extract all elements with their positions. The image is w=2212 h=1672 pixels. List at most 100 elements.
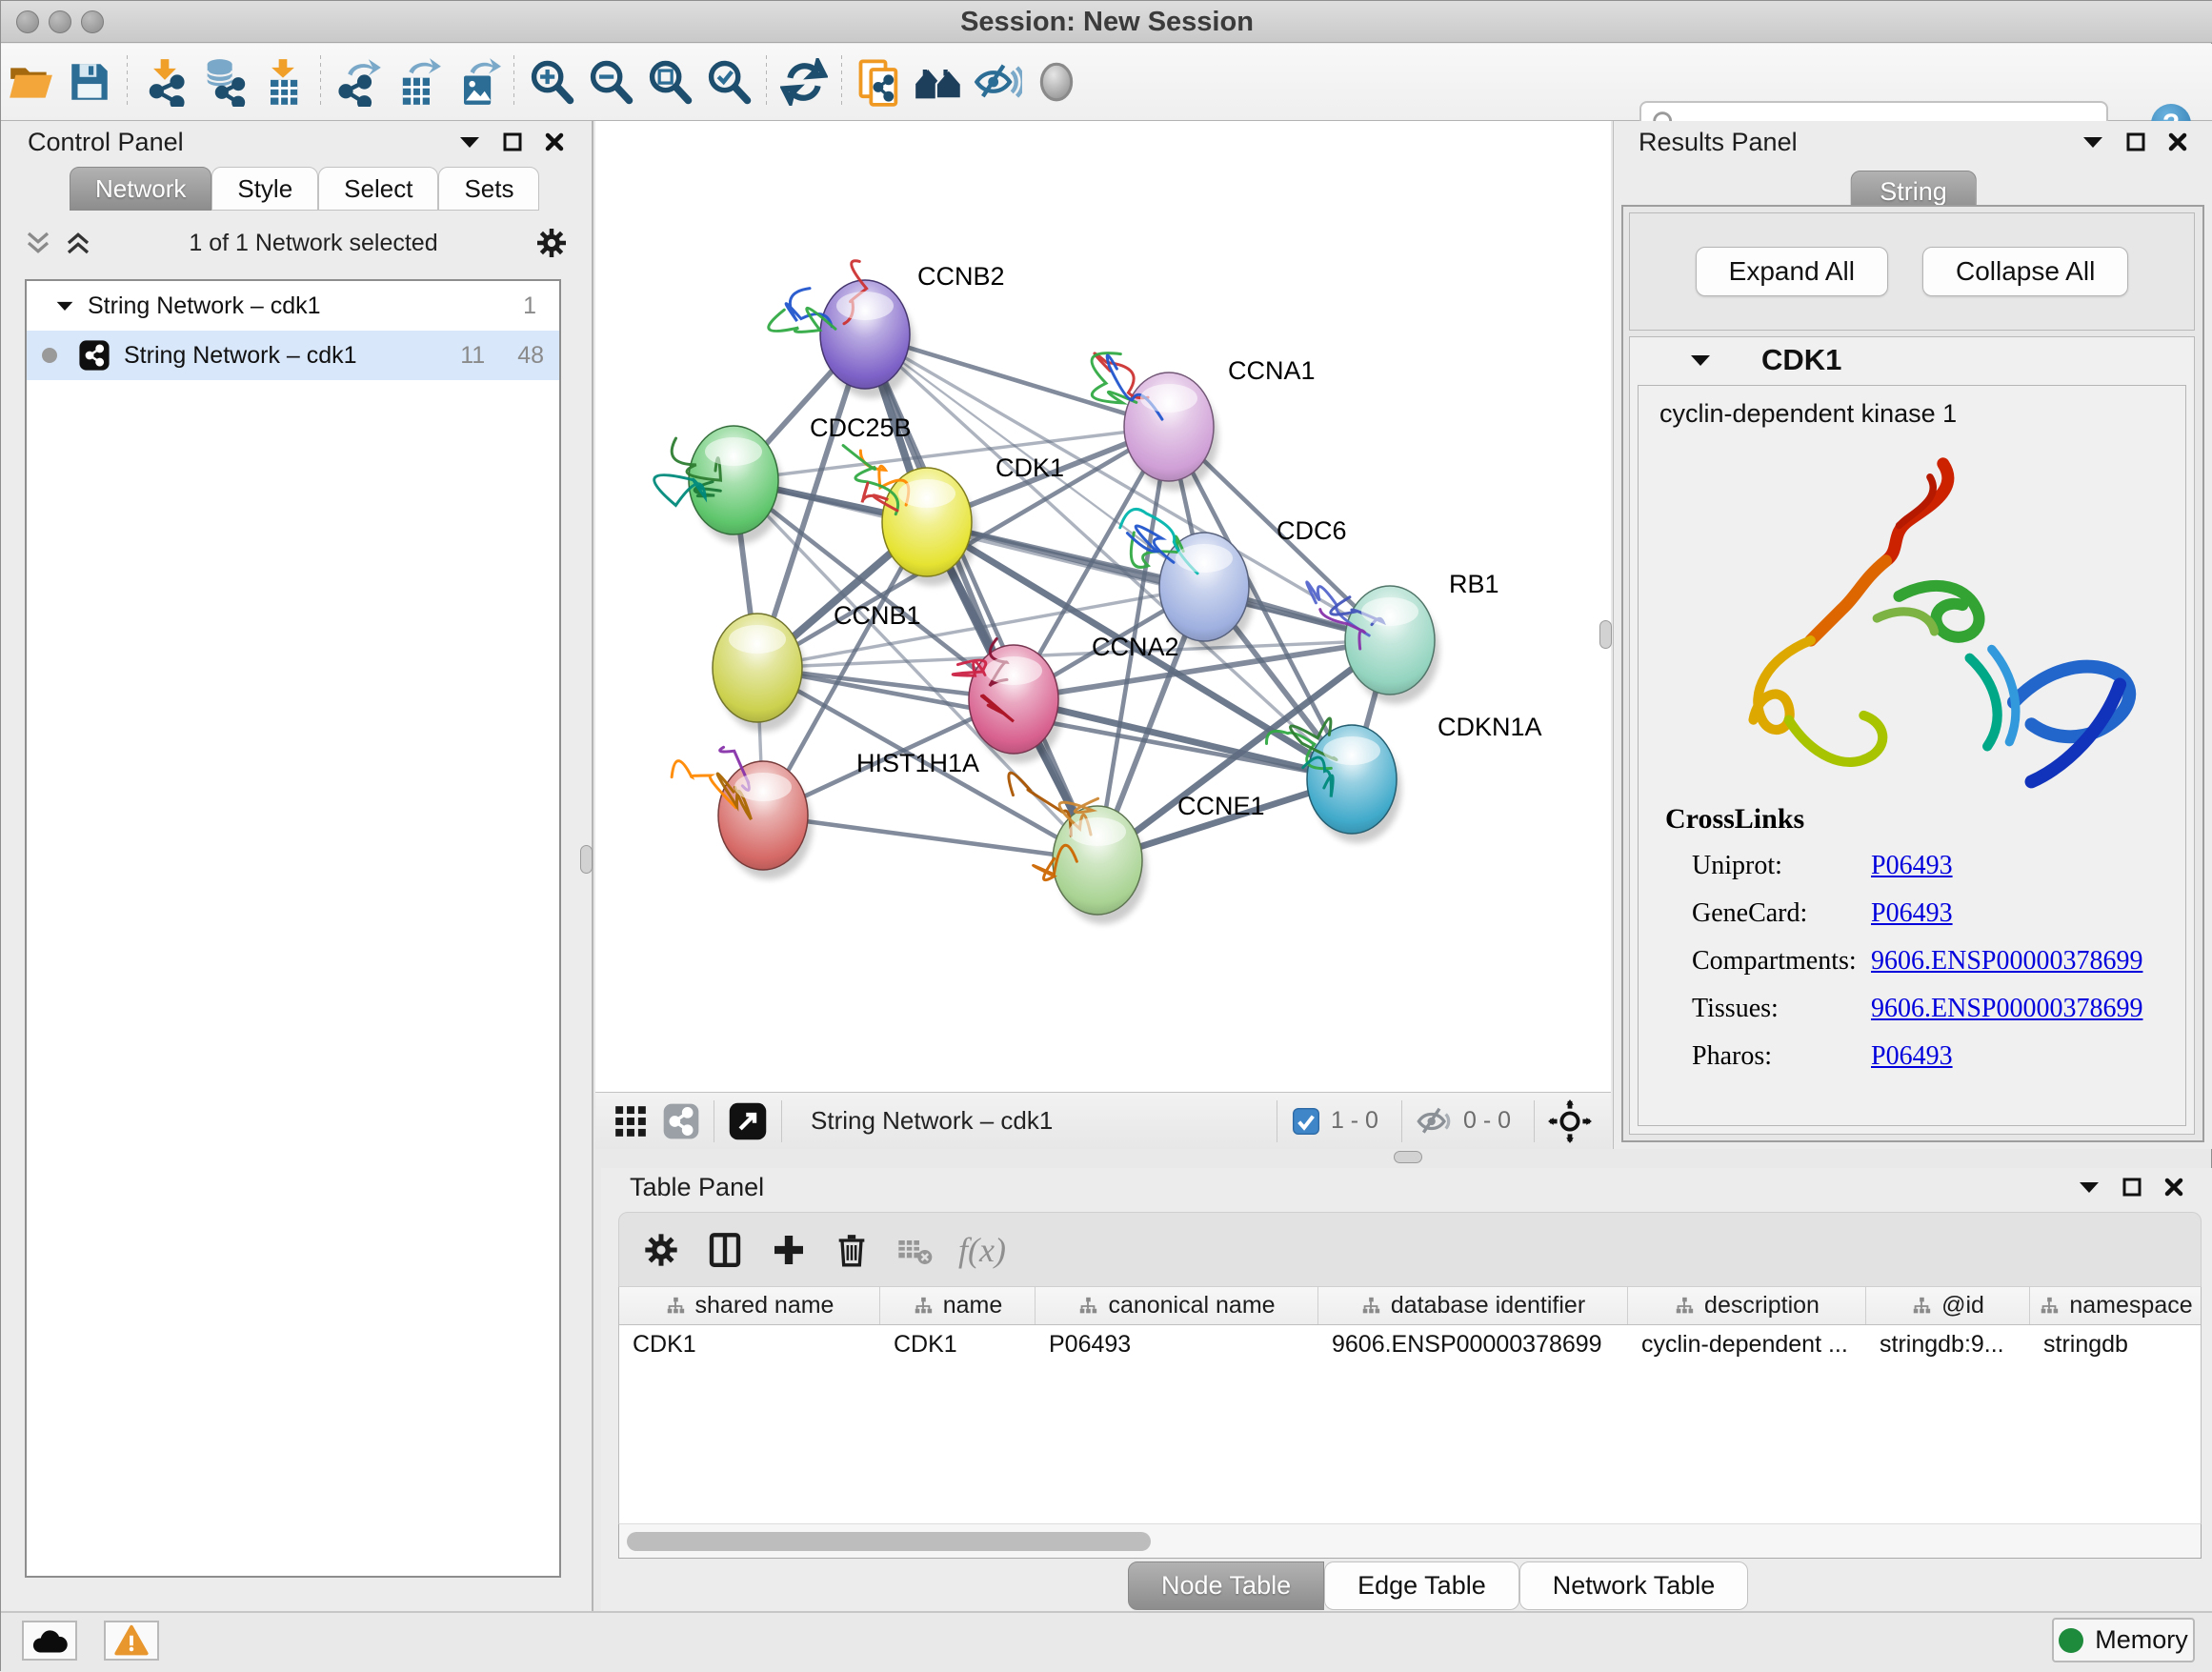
- left-splitter-handle[interactable]: [580, 845, 593, 874]
- node-details-list: CDK1 cyclin-dependent kinase 1: [1629, 336, 2195, 1135]
- panel-menu-icon[interactable]: [2081, 135, 2104, 149]
- table-hscrollbar[interactable]: [618, 1523, 2202, 1559]
- column-header-shared-name[interactable]: shared name: [619, 1287, 880, 1324]
- tab-node-table[interactable]: Node Table: [1128, 1561, 1324, 1610]
- detach-view-button[interactable]: [728, 1101, 768, 1141]
- selected-counts: 1 - 0: [1331, 1107, 1378, 1135]
- hscrollbar-thumb[interactable]: [627, 1532, 1151, 1551]
- network-node-CCNB2[interactable]: CCNB2: [769, 261, 1005, 398]
- table-cell[interactable]: cyclin-dependent ...: [1628, 1325, 1866, 1365]
- float-panel-icon[interactable]: [2125, 131, 2146, 152]
- crosslink-link[interactable]: P06493: [1871, 851, 1953, 881]
- gear-icon[interactable]: [534, 226, 569, 260]
- table-settings-gear-icon[interactable]: [642, 1231, 680, 1269]
- export-network-button[interactable]: [329, 52, 388, 111]
- table-row[interactable]: CDK1CDK1P064939606.ENSP00000378699cyclin…: [619, 1325, 2201, 1365]
- zoom-fit-button[interactable]: [640, 52, 699, 111]
- delete-column-icon[interactable]: [833, 1231, 871, 1269]
- network-node-CDKN1A[interactable]: CDKN1A: [1266, 713, 1541, 843]
- open-file-button[interactable]: [1, 52, 60, 111]
- tab-select[interactable]: Select: [318, 167, 438, 211]
- table-header-row: shared namenamecanonical namedatabase id…: [619, 1287, 2201, 1325]
- column-header-database-identifier[interactable]: database identifier: [1318, 1287, 1628, 1324]
- import-network-from-file-button[interactable]: [135, 52, 194, 111]
- first-neighbors-button[interactable]: [909, 52, 968, 111]
- warnings-button[interactable]: [104, 1621, 159, 1661]
- crosslink-link[interactable]: P06493: [1871, 1041, 1953, 1072]
- expand-all-icon[interactable]: [64, 229, 92, 257]
- show-all-button[interactable]: [1027, 52, 1086, 111]
- grid-icon: [613, 1103, 649, 1139]
- table-cell[interactable]: stringdb: [2030, 1325, 2202, 1365]
- open-in-browser-button[interactable]: [850, 52, 909, 111]
- tab-style[interactable]: Style: [211, 167, 318, 211]
- eye-slash-icon: [973, 57, 1022, 107]
- tree-expand-icon[interactable]: [55, 299, 74, 312]
- network-overview-button[interactable]: [662, 1102, 700, 1140]
- table-cell[interactable]: CDK1: [619, 1325, 880, 1365]
- right-splitter-handle[interactable]: [1599, 620, 1612, 649]
- import-table-from-file-button[interactable]: [253, 52, 312, 111]
- network-node-CCNA1[interactable]: CCNA1: [1092, 353, 1315, 491]
- panel-menu-icon[interactable]: [2078, 1180, 2101, 1194]
- float-panel-icon[interactable]: [2122, 1177, 2142, 1198]
- table-cell[interactable]: 9606.ENSP00000378699: [1318, 1325, 1628, 1365]
- panel-menu-icon[interactable]: [458, 135, 481, 149]
- crosslink-row: Compartments:9606.ENSP00000378699: [1692, 946, 2187, 977]
- toolbar-separator: [513, 55, 514, 109]
- expand-all-button[interactable]: Expand All: [1696, 247, 1888, 296]
- import-network-from-database-button[interactable]: [194, 52, 253, 111]
- close-panel-icon[interactable]: [2163, 1177, 2184, 1198]
- network-canvas[interactable]: CCNB2CCNA1CDC25BCDK1CDC6RB1CCNB1CCNA2CDK…: [595, 121, 1611, 1092]
- show-columns-icon[interactable]: [705, 1230, 745, 1270]
- column-type-icon: [665, 1296, 686, 1317]
- table-cell[interactable]: CDK1: [880, 1325, 1036, 1365]
- node-table[interactable]: shared namenamecanonical namedatabase id…: [618, 1287, 2202, 1523]
- column-header-canonical-name[interactable]: canonical name: [1036, 1287, 1318, 1324]
- crosslink-link[interactable]: 9606.ENSP00000378699: [1871, 946, 2142, 977]
- network-node-CCNE1[interactable]: CCNE1: [1009, 773, 1265, 924]
- network-node-HIST1H1A[interactable]: HIST1H1A: [672, 747, 979, 879]
- hide-selected-button[interactable]: [968, 52, 1027, 111]
- crosslink-link[interactable]: 9606.ENSP00000378699: [1871, 994, 2142, 1024]
- collapse-all-icon[interactable]: [24, 229, 52, 257]
- column-header-description[interactable]: description: [1628, 1287, 1866, 1324]
- memory-button[interactable]: Memory: [2052, 1618, 2195, 1662]
- tab-network[interactable]: Network: [70, 167, 211, 211]
- network-graph[interactable]: CCNB2CCNA1CDC25BCDK1CDC6RB1CCNB1CCNA2CDK…: [595, 121, 1611, 1092]
- save-session-button[interactable]: [60, 52, 119, 111]
- fit-content-button[interactable]: [1548, 1099, 1592, 1143]
- refresh-view-button[interactable]: [774, 52, 834, 111]
- table-cell[interactable]: stringdb:9...: [1866, 1325, 2030, 1365]
- network-node-CDC25B[interactable]: CDC25B: [654, 413, 912, 544]
- collapse-all-button[interactable]: Collapse All: [1922, 247, 2128, 296]
- network-row-selected[interactable]: String Network – cdk1 11 48: [27, 331, 559, 380]
- tab-network-table[interactable]: Network Table: [1519, 1561, 1749, 1610]
- table-cell[interactable]: P06493: [1036, 1325, 1318, 1365]
- tab-sets[interactable]: Sets: [438, 167, 539, 211]
- zoom-out-button[interactable]: [581, 52, 640, 111]
- memory-status-dot: [2059, 1628, 2083, 1653]
- selected-checkbox-icon[interactable]: [1291, 1106, 1321, 1137]
- open-folder-icon: [7, 58, 54, 106]
- close-panel-icon[interactable]: [2167, 131, 2188, 152]
- close-panel-icon[interactable]: [544, 131, 565, 152]
- column-header-namespace[interactable]: namespace: [2030, 1287, 2202, 1324]
- crosslink-link[interactable]: P06493: [1871, 898, 1953, 929]
- network-collection-row[interactable]: String Network – cdk1 1: [27, 281, 559, 331]
- add-column-icon[interactable]: [770, 1231, 808, 1269]
- zoom-in-button[interactable]: [522, 52, 581, 111]
- hidden-eye-slash-icon[interactable]: [1416, 1102, 1454, 1140]
- float-panel-icon[interactable]: [502, 131, 523, 152]
- column-header-name[interactable]: name: [880, 1287, 1036, 1324]
- bottom-splitter-handle[interactable]: [1394, 1151, 1422, 1163]
- column-header-@id[interactable]: @id: [1866, 1287, 2030, 1324]
- zoom-selected-button[interactable]: [699, 52, 758, 111]
- export-image-button[interactable]: [447, 52, 506, 111]
- section-collapse-icon[interactable]: [1689, 353, 1712, 367]
- export-table-button[interactable]: [388, 52, 447, 111]
- tab-edge-table[interactable]: Edge Table: [1324, 1561, 1519, 1610]
- cloud-status-button[interactable]: [22, 1621, 77, 1661]
- edge-count: 48: [517, 342, 544, 370]
- grid-view-button[interactable]: [613, 1103, 649, 1139]
